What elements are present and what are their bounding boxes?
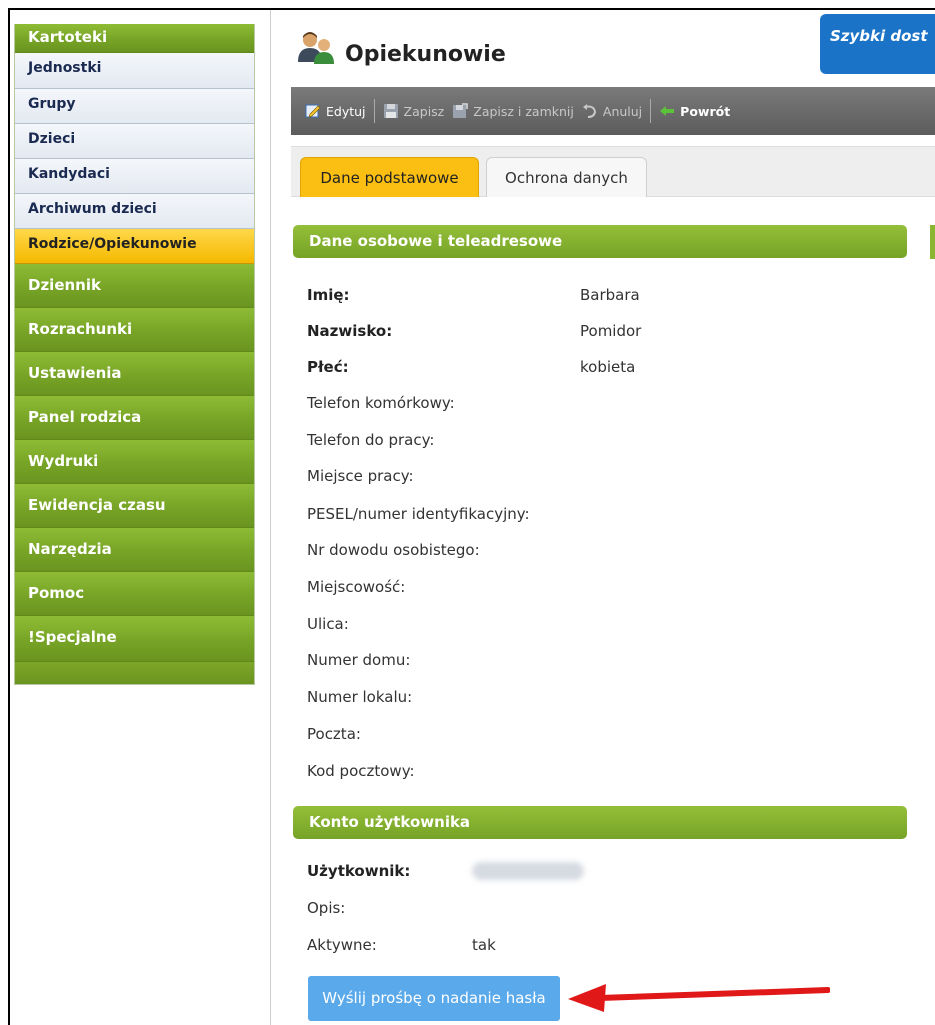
- sidebar-item-archiwum-dzieci[interactable]: Archiwum dzieci: [15, 194, 254, 229]
- sidebar-item-jednostki[interactable]: Jednostki: [15, 53, 254, 89]
- content-divider: [270, 10, 271, 1025]
- sidebar-item-wydruki[interactable]: Wydruki: [15, 440, 254, 484]
- save-close-label: Zapisz i zamknij: [473, 103, 574, 119]
- back-arrow-icon: [660, 106, 675, 116]
- sidebar-item-dzieci[interactable]: Dzieci: [15, 124, 254, 159]
- sidebar-item-specjalne[interactable]: !Specjalne: [15, 616, 254, 662]
- field-label-gender: Płeć:: [307, 358, 349, 376]
- field-label-pesel: PESEL/numer identyfikacyjny:: [307, 505, 530, 523]
- field-label-last-name: Nazwisko:: [307, 322, 393, 340]
- cancel-label: Anuluj: [602, 103, 643, 119]
- account-description-label: Opis:: [307, 899, 346, 917]
- red-arrow-annotation: [568, 984, 830, 1012]
- field-label-street: Ulica:: [307, 615, 349, 633]
- tab-dane-podstawowe[interactable]: Dane podstawowe: [300, 157, 479, 197]
- edit-label: Edytuj: [326, 103, 366, 119]
- page-title: Opiekunowie: [345, 42, 506, 67]
- right-panel-edge: [930, 225, 935, 259]
- undo-icon: [582, 104, 596, 118]
- toolbar-separator: [373, 99, 375, 123]
- field-value-gender: kobieta: [580, 358, 636, 376]
- field-label-mobile: Telefon komórkowy:: [307, 394, 455, 412]
- save-close-button[interactable]: Zapisz i zamknij: [452, 103, 574, 119]
- floppy-icon: [383, 104, 398, 118]
- field-label-id-number: Nr dowodu osobistego:: [307, 541, 480, 559]
- edit-button[interactable]: Edytuj: [305, 103, 366, 119]
- back-button[interactable]: Powrót: [659, 103, 730, 119]
- user-group-icon: [298, 32, 334, 64]
- edit-icon: [305, 104, 321, 118]
- field-label-first-name: Imię:: [307, 286, 350, 304]
- back-label: Powrót: [680, 103, 731, 119]
- sidebar-item-ewidencja-czasu[interactable]: Ewidencja czasu: [15, 484, 254, 528]
- toolbar-separator: [650, 99, 652, 123]
- tab-ochrona-danych[interactable]: Ochrona danych: [486, 157, 647, 197]
- sidebar-item-pomoc[interactable]: Pomoc: [15, 572, 254, 616]
- account-user-label: Użytkownik:: [307, 862, 411, 880]
- field-label-postal-code: Kod pocztowy:: [307, 762, 415, 780]
- sidebar-footer: [15, 662, 254, 684]
- sidebar: Kartoteki Jednostki Grupy Dzieci Kandyda…: [14, 24, 255, 685]
- section-account-header: Konto użytkownika: [293, 806, 907, 839]
- toolbar: Edytuj Zapisz Zapisz i zamknij Anuluj Po…: [291, 87, 935, 135]
- sidebar-header-kartoteki[interactable]: Kartoteki: [15, 24, 254, 53]
- field-value-last-name: Pomidor: [580, 322, 642, 340]
- account-username-redacted: [472, 862, 584, 880]
- sidebar-item-kandydaci[interactable]: Kandydaci: [15, 159, 254, 194]
- sidebar-item-narzedzia[interactable]: Narzędzia: [15, 528, 254, 572]
- quick-access-button[interactable]: Szybki dost: [820, 14, 935, 74]
- account-active-value: tak: [472, 936, 496, 954]
- sidebar-item-rodzice-opiekunowie[interactable]: Rodzice/Opiekunowie: [15, 229, 254, 264]
- tab-bar: Dane podstawowe Ochrona danych: [291, 146, 935, 197]
- sidebar-item-panel-rodzica[interactable]: Panel rodzica: [15, 396, 254, 440]
- sidebar-item-grupy[interactable]: Grupy: [15, 89, 254, 124]
- field-label-workplace: Miejsce pracy:: [307, 467, 414, 485]
- cancel-button[interactable]: Anuluj: [582, 103, 642, 119]
- sidebar-item-rozrachunki[interactable]: Rozrachunki: [15, 308, 254, 352]
- field-label-house-number: Numer domu:: [307, 651, 411, 669]
- account-active-label: Aktywne:: [307, 936, 377, 954]
- section-personal-header: Dane osobowe i teleadresowe: [293, 225, 907, 258]
- field-label-post-office: Poczta:: [307, 725, 361, 743]
- field-label-apartment-number: Numer lokalu:: [307, 688, 413, 706]
- save-close-icon: [453, 103, 468, 118]
- save-label: Zapisz: [403, 103, 445, 119]
- field-label-city: Miejscowość:: [307, 578, 406, 596]
- save-button[interactable]: Zapisz: [383, 103, 445, 119]
- sidebar-item-dziennik[interactable]: Dziennik: [15, 264, 254, 308]
- send-password-request-button[interactable]: Wyślij prośbę o nadanie hasła: [308, 976, 560, 1021]
- sidebar-item-ustawienia[interactable]: Ustawienia: [15, 352, 254, 396]
- field-label-work-phone: Telefon do pracy:: [307, 431, 435, 449]
- field-value-first-name: Barbara: [580, 286, 640, 304]
